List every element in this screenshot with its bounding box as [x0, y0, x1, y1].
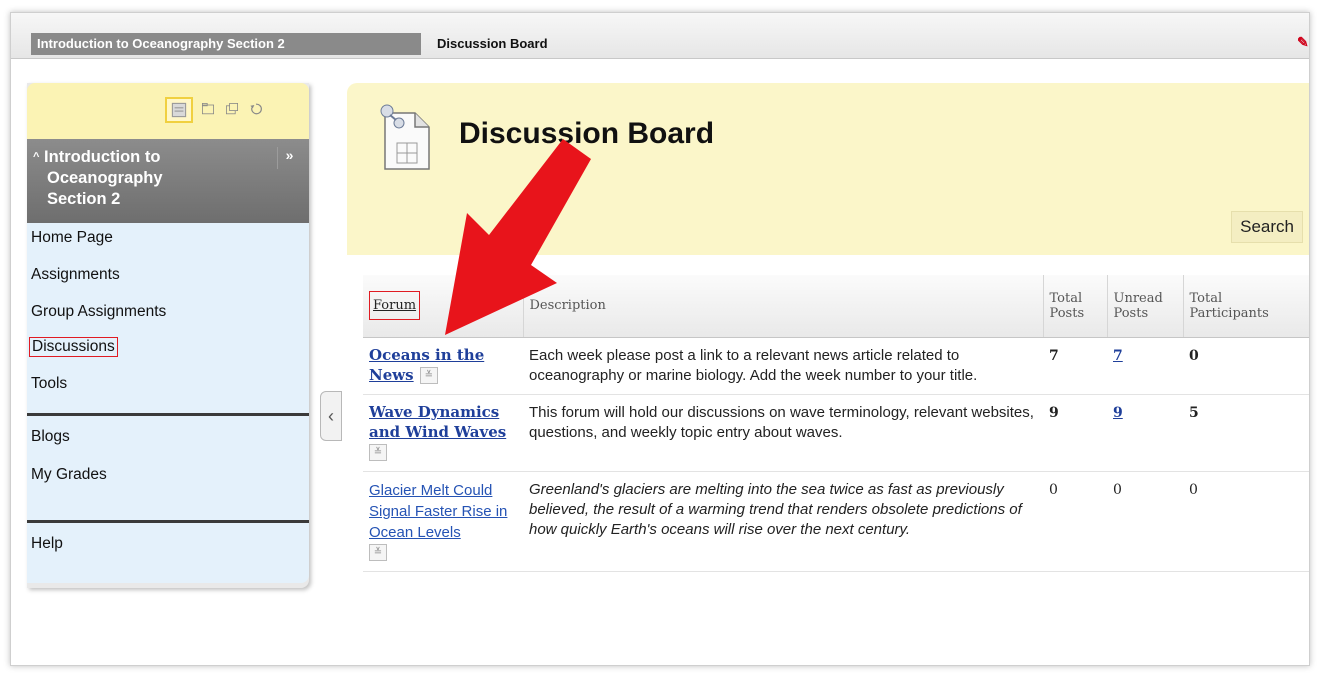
- expand-menu-icon[interactable]: »: [277, 147, 301, 169]
- menu-item-home-page[interactable]: Home Page: [31, 229, 113, 247]
- column-header-forum[interactable]: Forum: [363, 275, 523, 338]
- unread-posts-link[interactable]: 7: [1113, 348, 1123, 364]
- refresh-icon[interactable]: [247, 101, 265, 117]
- breadcrumb: Introduction to Oceanography Section 2 D…: [11, 13, 1309, 59]
- column-header-label: Posts: [1113, 305, 1149, 321]
- collapse-caret-icon: ^: [33, 151, 40, 163]
- chevron-down-icon[interactable]: ≚: [369, 544, 387, 562]
- forum-link[interactable]: Wave Dynamics and Wind Waves: [369, 403, 506, 441]
- chevron-down-icon[interactable]: ≚: [369, 444, 387, 462]
- unread-posts-link[interactable]: 9: [1113, 405, 1123, 421]
- course-title-line1: Introduction to: [44, 148, 161, 166]
- close-icon[interactable]: ✎: [1297, 35, 1309, 49]
- search-button[interactable]: Search: [1231, 211, 1303, 243]
- menu-item-group-assignments[interactable]: Group Assignments: [31, 303, 166, 321]
- total-participants: 0: [1189, 347, 1199, 364]
- breadcrumb-course[interactable]: Introduction to Oceanography Section 2: [31, 33, 421, 55]
- total-participants: 5: [1189, 404, 1199, 421]
- column-header-label: Posts: [1049, 305, 1085, 321]
- chevron-left-icon: ‹: [328, 406, 334, 426]
- menu-section-secondary: Blogs My Grades: [27, 416, 309, 520]
- total-posts: 0: [1049, 481, 1058, 498]
- column-header-total-participants[interactable]: Total Participants: [1182, 275, 1309, 338]
- table-row: Wave Dynamics and Wind Waves ≚ This foru…: [363, 394, 1309, 471]
- chevron-down-icon[interactable]: ≚: [419, 367, 438, 385]
- forum-link[interactable]: Glacier Melt Could Signal Faster Rise in…: [369, 482, 507, 541]
- menu-item-blogs[interactable]: Blogs: [31, 428, 70, 446]
- table-row: Glacier Melt Could Signal Faster Rise in…: [363, 471, 1309, 571]
- course-menu: ^ Introduction to Oceanography Section 2…: [27, 83, 309, 588]
- sort-forum-link[interactable]: Forum: [369, 291, 421, 321]
- menu-item-my-grades[interactable]: My Grades: [31, 466, 107, 484]
- course-menu-header[interactable]: ^ Introduction to Oceanography Section 2…: [27, 139, 309, 223]
- new-window-icon[interactable]: [223, 101, 241, 117]
- column-header-label: Total: [1049, 290, 1083, 306]
- app-frame: Introduction to Oceanography Section 2 D…: [10, 12, 1310, 666]
- collapse-menu-button[interactable]: ‹: [320, 391, 342, 441]
- column-header-description[interactable]: Description: [522, 275, 1043, 338]
- menu-item-help[interactable]: Help: [31, 535, 63, 553]
- menu-item-assignments[interactable]: Assignments: [31, 266, 120, 284]
- course-title-line2: Oceanography: [47, 169, 163, 187]
- total-participants: 0: [1189, 481, 1198, 498]
- discussion-board-icon: [375, 101, 437, 173]
- forum-description: Greenland's glaciers are melting into th…: [529, 480, 1022, 538]
- unread-posts: 0: [1113, 481, 1122, 498]
- forum-description: This forum will hold our discussions on …: [529, 403, 1034, 441]
- tree-view-icon[interactable]: [199, 101, 217, 117]
- column-header-label: Total: [1189, 290, 1223, 306]
- menu-item-discussions[interactable]: Discussions: [29, 337, 118, 357]
- course-title: ^ Introduction to Oceanography Section 2: [33, 147, 253, 210]
- menu-section-help: Help: [27, 523, 309, 583]
- course-title-line3: Section 2: [47, 190, 121, 208]
- breadcrumb-current-page: Discussion Board: [437, 36, 548, 51]
- column-header-label: Participants: [1189, 305, 1269, 321]
- column-header-label: Unread: [1113, 290, 1163, 306]
- menu-toolstrip: [27, 83, 309, 139]
- forum-table: Forum Description Total Posts Unread Pos…: [363, 275, 1309, 572]
- page-title: Discussion Board: [459, 117, 715, 150]
- forum-description: Each week please post a link to a releva…: [529, 346, 978, 384]
- page-header: Discussion Board Search: [347, 83, 1309, 255]
- folder-view-icon[interactable]: [165, 97, 193, 123]
- total-posts: 7: [1049, 347, 1059, 364]
- menu-section-main: Home Page Assignments Group Assignments …: [27, 223, 309, 413]
- column-header-total-posts[interactable]: Total Posts: [1042, 275, 1107, 338]
- menu-item-tools[interactable]: Tools: [31, 375, 67, 393]
- table-row: Oceans in the News ≚ Each week please po…: [363, 337, 1309, 394]
- column-header-unread-posts[interactable]: Unread Posts: [1106, 275, 1183, 338]
- total-posts: 9: [1049, 404, 1059, 421]
